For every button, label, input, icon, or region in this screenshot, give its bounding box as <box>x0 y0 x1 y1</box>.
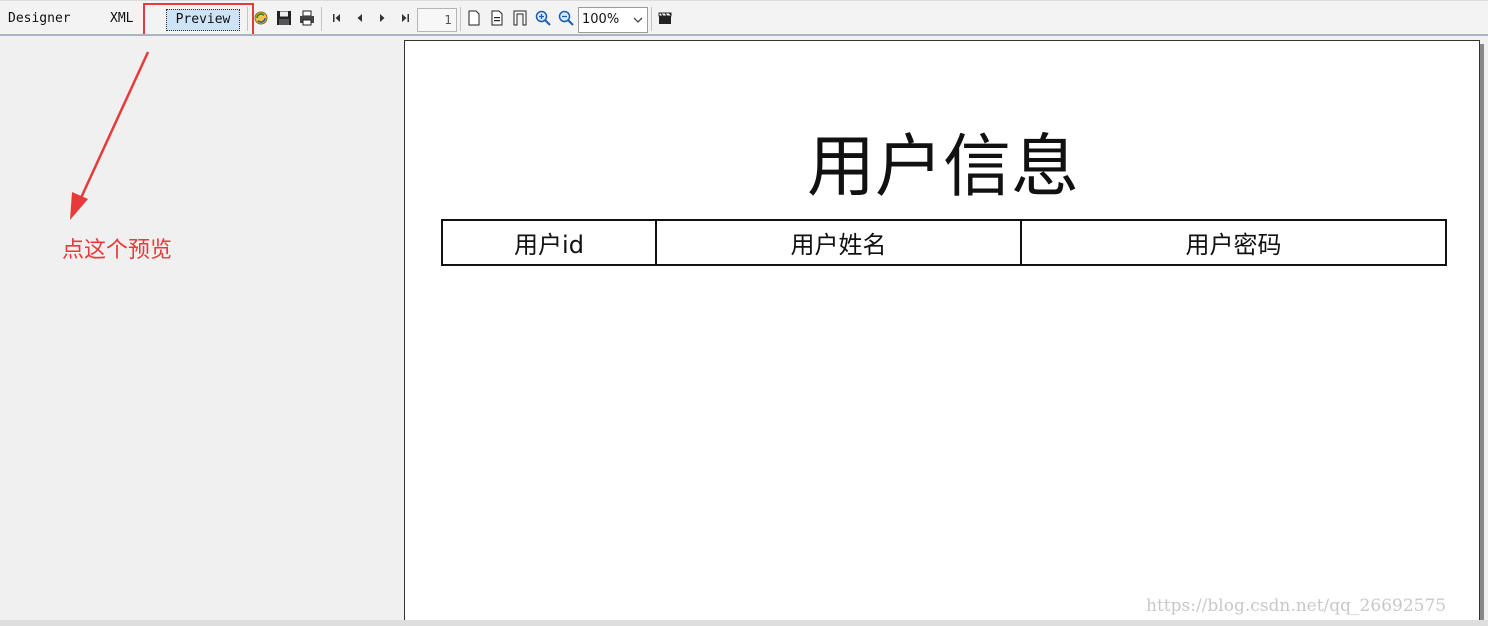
toolbar-separator <box>651 7 652 31</box>
column-header-id: 用户id <box>441 219 657 266</box>
last-page-icon[interactable] <box>396 9 414 27</box>
toolbar-separator <box>460 7 461 31</box>
zoom-in-icon[interactable] <box>534 9 552 27</box>
report-title: 用户信息 <box>806 128 1079 207</box>
tab-xml[interactable]: XML <box>110 11 133 27</box>
tab-designer[interactable]: Designer <box>8 11 71 27</box>
zoom-out-icon[interactable] <box>557 9 575 27</box>
export-icon[interactable] <box>656 9 674 27</box>
next-page-icon[interactable] <box>373 9 391 27</box>
zoom-value: 100% <box>582 12 620 27</box>
toolbar-separator <box>321 7 322 31</box>
save-icon[interactable] <box>275 9 293 27</box>
annotation-text: 点这个预览 <box>62 238 173 263</box>
page-shadow <box>1480 44 1484 620</box>
prev-page-icon[interactable] <box>351 9 369 27</box>
whole-page-icon[interactable] <box>511 9 529 27</box>
watermark: https://blog.csdn.net/qq_26692575 <box>1146 596 1447 616</box>
first-page-icon[interactable] <box>328 9 346 27</box>
column-header-name: 用户姓名 <box>655 219 1022 266</box>
page-icon[interactable] <box>465 9 483 27</box>
table-header-row: 用户id 用户姓名 用户密码 <box>441 219 1447 266</box>
page-width-icon[interactable] <box>488 9 506 27</box>
chevron-down-icon <box>633 17 643 23</box>
page-number-input[interactable]: 1 <box>417 8 457 32</box>
refresh-icon[interactable] <box>252 9 270 27</box>
status-bar <box>0 620 1488 626</box>
column-header-password: 用户密码 <box>1020 219 1447 266</box>
zoom-select[interactable]: 100% <box>578 7 648 33</box>
report-page: 用户信息 用户id 用户姓名 用户密码 <box>404 40 1480 620</box>
print-icon[interactable] <box>298 9 316 27</box>
report-table: 用户id 用户姓名 用户密码 <box>441 219 1447 266</box>
toolbar: Designer XML Preview 1 100% <box>0 0 1488 43</box>
left-panel <box>0 36 404 620</box>
